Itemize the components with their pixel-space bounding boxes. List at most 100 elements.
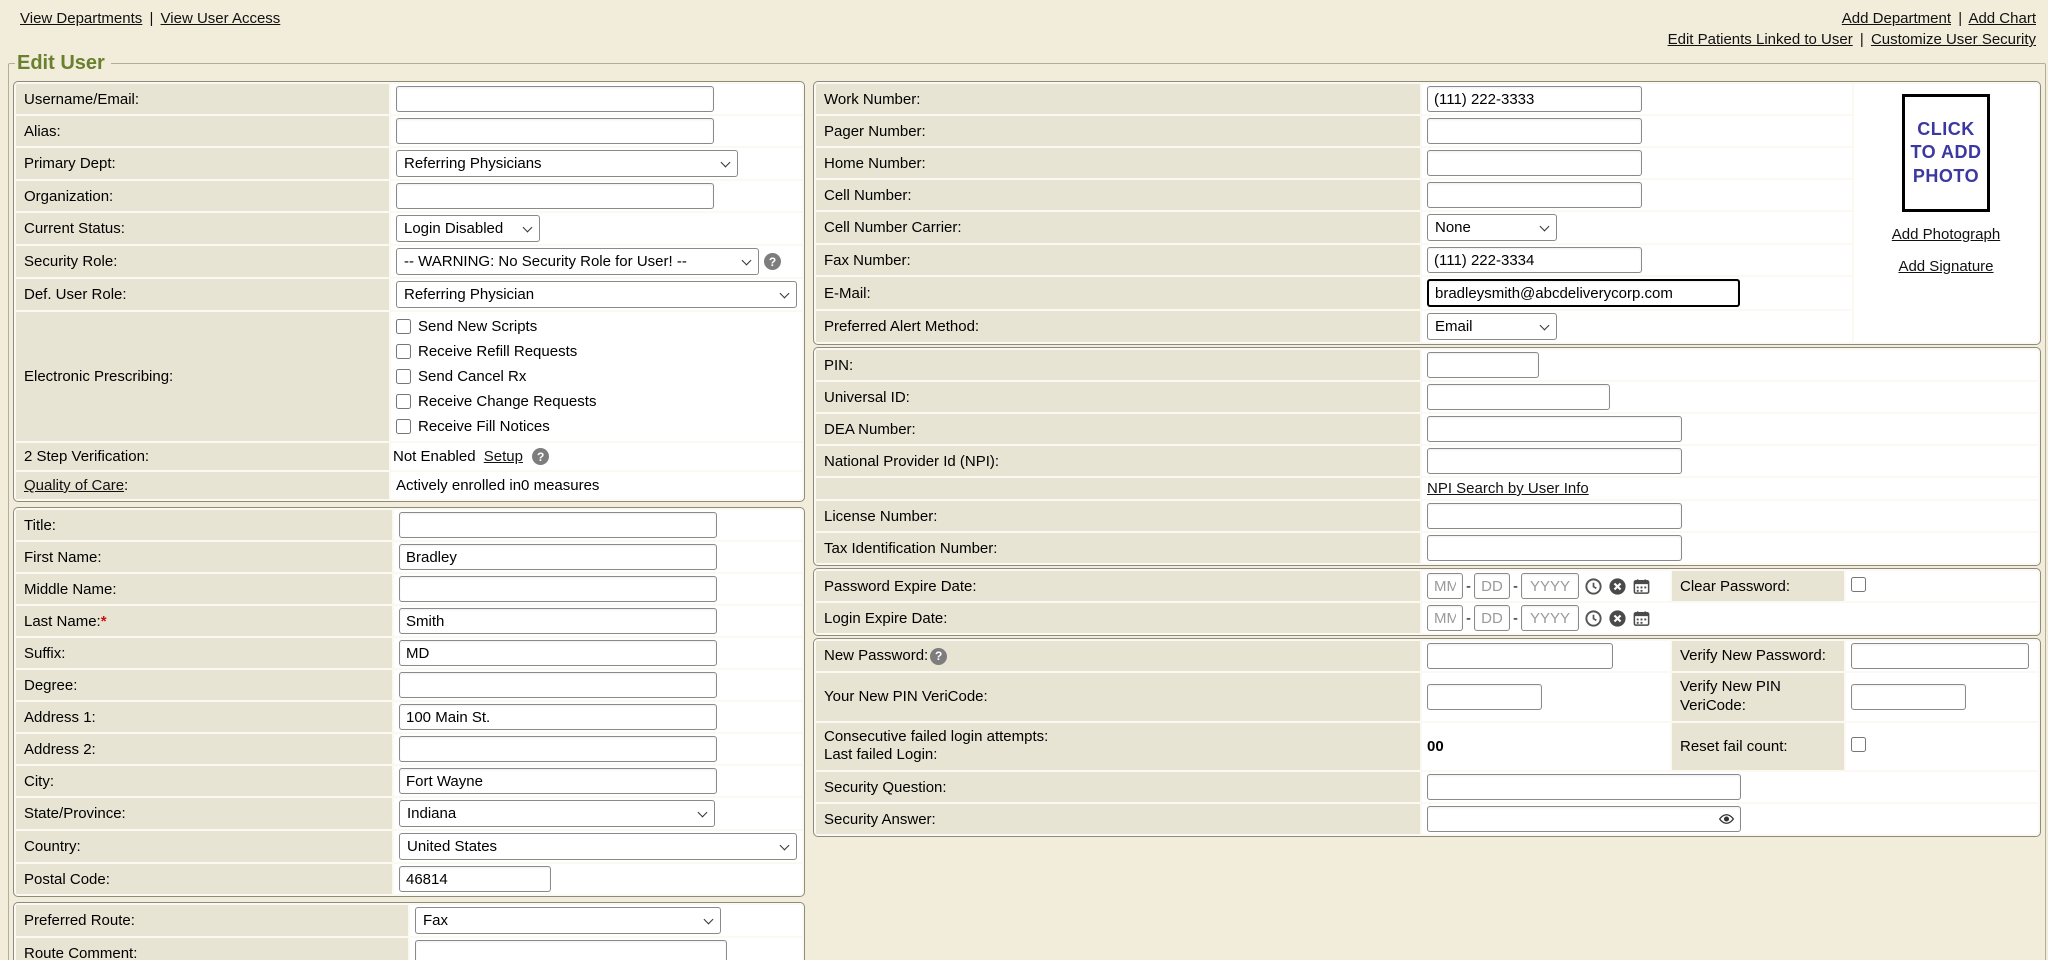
view-departments-link[interactable]: View Departments <box>20 10 142 27</box>
send-new-scripts-checkbox[interactable] <box>396 319 411 334</box>
pager-number-input[interactable] <box>1427 118 1642 144</box>
fax-number-input[interactable] <box>1427 247 1642 273</box>
table-row: Title: <box>16 510 802 540</box>
state-select[interactable]: Indiana <box>399 800 715 827</box>
pin-input[interactable] <box>1427 352 1539 378</box>
table-row: Electronic Prescribing: Send New Scripts… <box>16 312 802 441</box>
cell-number-input[interactable] <box>1427 182 1642 208</box>
address2-label: Address 2: <box>16 734 392 764</box>
add-chart-link[interactable]: Add Chart <box>1968 10 2036 27</box>
pager-number-label: Pager Number: <box>816 116 1420 146</box>
city-input[interactable] <box>399 768 717 794</box>
country-select[interactable]: United States <box>399 833 797 860</box>
add-department-link[interactable]: Add Department <box>1842 10 1951 27</box>
npi-input[interactable] <box>1427 448 1682 474</box>
username-input[interactable] <box>396 86 714 112</box>
address2-input[interactable] <box>399 736 717 762</box>
current-status-select[interactable]: Login Disabled <box>396 215 540 242</box>
organization-input[interactable] <box>396 183 714 209</box>
routing-table: Preferred Route: Fax Route Comment: <box>13 902 805 960</box>
route-comment-input[interactable] <box>415 940 727 960</box>
suffix-input[interactable] <box>399 640 717 666</box>
first-name-input[interactable] <box>399 544 717 570</box>
receive-change-requests-checkbox[interactable] <box>396 394 411 409</box>
table-row: State/Province: Indiana <box>16 798 802 829</box>
verify-password-input[interactable] <box>1851 643 2029 669</box>
home-number-input[interactable] <box>1427 150 1642 176</box>
degree-input[interactable] <box>399 672 717 698</box>
pin-vericode-input[interactable] <box>1427 684 1542 710</box>
clock-icon[interactable] <box>1584 609 1603 628</box>
add-photograph-link[interactable]: Add Photograph <box>1854 222 2038 248</box>
license-number-input[interactable] <box>1427 503 1682 529</box>
help-icon[interactable]: ? <box>764 253 781 270</box>
work-number-input[interactable] <box>1427 86 1642 112</box>
last-name-input[interactable] <box>399 608 717 634</box>
new-password-input[interactable] <box>1427 643 1613 669</box>
current-status-label: Current Status: <box>16 213 389 244</box>
expiry-table: Password Expire Date: - - <box>813 568 2041 636</box>
clear-date-icon[interactable] <box>1608 577 1627 596</box>
table-row: City: <box>16 766 802 796</box>
table-row: Universal ID: <box>816 382 2038 412</box>
checkbox-label: Receive Change Requests <box>418 393 596 410</box>
login-expire-dd-input[interactable] <box>1474 605 1510 631</box>
clear-date-icon[interactable] <box>1608 609 1627 628</box>
verify-pin-vericode-input[interactable] <box>1851 684 1966 710</box>
clock-icon[interactable] <box>1584 577 1603 596</box>
add-signature-link[interactable]: Add Signature <box>1854 254 2038 280</box>
password-expire-mm-input[interactable] <box>1427 573 1463 599</box>
view-user-access-link[interactable]: View User Access <box>161 10 281 27</box>
universal-id-label: Universal ID: <box>816 382 1420 412</box>
verify-pin-vericode-label: Verify New PIN VeriCode: <box>1672 673 1844 721</box>
npi-search-link[interactable]: NPI Search by User Info <box>1427 480 1589 497</box>
cell-carrier-select[interactable]: None <box>1427 214 1557 241</box>
twostep-setup-link[interactable]: Setup <box>484 448 523 465</box>
clear-password-checkbox[interactable] <box>1851 577 1866 592</box>
help-icon[interactable]: ? <box>930 648 947 665</box>
preferred-alert-select[interactable]: Email <box>1427 313 1557 340</box>
tax-id-input[interactable] <box>1427 535 1682 561</box>
send-cancel-rx-checkbox[interactable] <box>396 369 411 384</box>
address1-input[interactable] <box>399 704 717 730</box>
table-row: Last Name:* <box>16 606 802 636</box>
page-title: Edit User <box>15 52 111 75</box>
security-question-input[interactable] <box>1427 774 1741 800</box>
quality-of-care-link[interactable]: Quality of Care <box>24 477 124 494</box>
password-expire-yyyy-input[interactable] <box>1521 573 1579 599</box>
postal-code-input[interactable] <box>399 866 551 892</box>
password-expire-dd-input[interactable] <box>1474 573 1510 599</box>
security-role-select[interactable]: -- WARNING: No Security Role for User! -… <box>396 248 759 275</box>
alias-input[interactable] <box>396 118 714 144</box>
login-expire-yyyy-input[interactable] <box>1521 605 1579 631</box>
receive-refill-requests-checkbox[interactable] <box>396 344 411 359</box>
security-answer-input[interactable] <box>1427 806 1741 832</box>
twostep-label: 2 Step Verification: <box>16 443 389 470</box>
preferred-route-select[interactable]: Fax <box>415 907 721 934</box>
cell-carrier-label: Cell Number Carrier: <box>816 212 1420 243</box>
show-password-eye-icon[interactable] <box>1718 811 1735 828</box>
calendar-icon[interactable] <box>1632 609 1651 628</box>
login-expire-mm-input[interactable] <box>1427 605 1463 631</box>
add-photo-box[interactable]: CLICK TO ADD PHOTO <box>1902 94 1990 212</box>
password-expire-date-widget: - - <box>1427 573 1665 599</box>
checkbox-label: Send Cancel Rx <box>418 368 526 385</box>
title-input[interactable] <box>399 512 717 538</box>
table-row: Address 1: <box>16 702 802 732</box>
reset-fail-count-checkbox[interactable] <box>1851 737 1866 752</box>
primary-dept-select[interactable]: Referring Physicians <box>396 150 738 177</box>
universal-id-input[interactable] <box>1427 384 1610 410</box>
pin-label: PIN: <box>816 350 1420 380</box>
customize-user-security-link[interactable]: Customize User Security <box>1871 31 2036 48</box>
dea-number-input[interactable] <box>1427 416 1682 442</box>
middle-name-input[interactable] <box>399 576 717 602</box>
help-icon[interactable]: ? <box>532 448 549 465</box>
calendar-icon[interactable] <box>1632 577 1651 596</box>
chevron-down-icon <box>1540 320 1550 330</box>
def-user-role-select[interactable]: Referring Physician <box>396 281 797 308</box>
receive-fill-notices-checkbox[interactable] <box>396 419 411 434</box>
license-number-label: License Number: <box>816 501 1420 531</box>
login-expire-date-widget: - - <box>1427 605 2033 631</box>
email-input[interactable] <box>1427 279 1740 307</box>
edit-patients-linked-link[interactable]: Edit Patients Linked to User <box>1668 31 1853 48</box>
